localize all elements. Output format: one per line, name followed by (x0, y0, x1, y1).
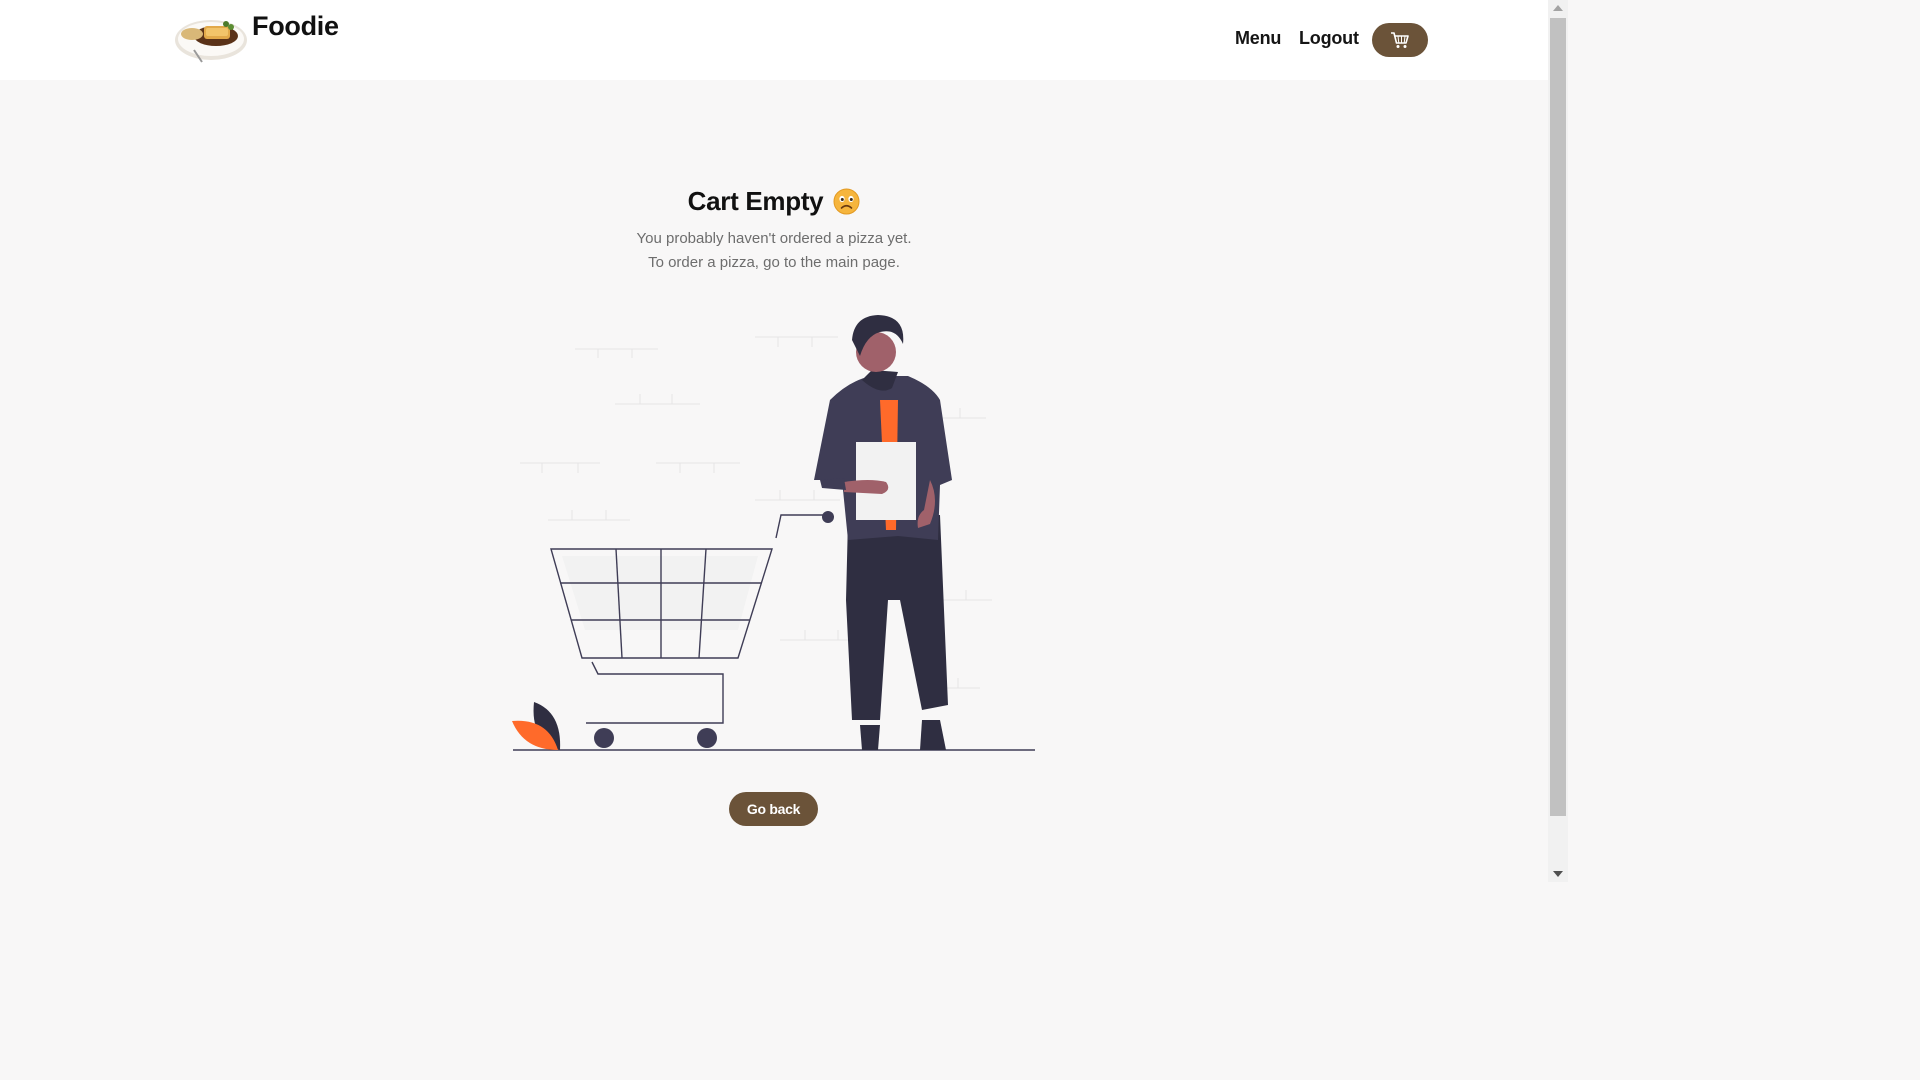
cart-wheel-left (594, 728, 614, 748)
shopping-cart (550, 514, 828, 724)
person-figure (814, 315, 952, 750)
empty-cart-illustration (512, 315, 1035, 751)
brand-name: Foodie (252, 10, 339, 41)
scroll-down-arrow-icon[interactable] (1548, 866, 1568, 882)
scroll-thumb[interactable] (1550, 18, 1566, 816)
brand-link[interactable]: Foodie (174, 10, 339, 66)
page-title: Cart Empty (687, 186, 824, 216)
food-plate-logo (175, 20, 247, 63)
navbar: Foodie Menu Logout (0, 0, 1548, 80)
empty-message-line-1: You probably haven't ordered a pizza yet… (636, 230, 912, 247)
nav-link-logout[interactable]: Logout (1299, 28, 1359, 49)
cart-handle-knob (822, 511, 834, 523)
cart-button[interactable] (1372, 23, 1428, 57)
cart-empty-heading: Cart Empty (0, 186, 1548, 217)
go-back-button[interactable]: Go back (729, 792, 818, 826)
nav-link-menu[interactable]: Menu (1235, 28, 1281, 49)
empty-message-line-2: To order a pizza, go to the main page. (648, 254, 900, 271)
scrollbar[interactable] (1548, 0, 1568, 882)
sad-face-emoji-icon (833, 188, 860, 215)
shopping-cart-icon (1391, 32, 1409, 48)
cart-wheel-right (697, 728, 717, 748)
scroll-up-arrow-icon[interactable] (1548, 0, 1568, 16)
